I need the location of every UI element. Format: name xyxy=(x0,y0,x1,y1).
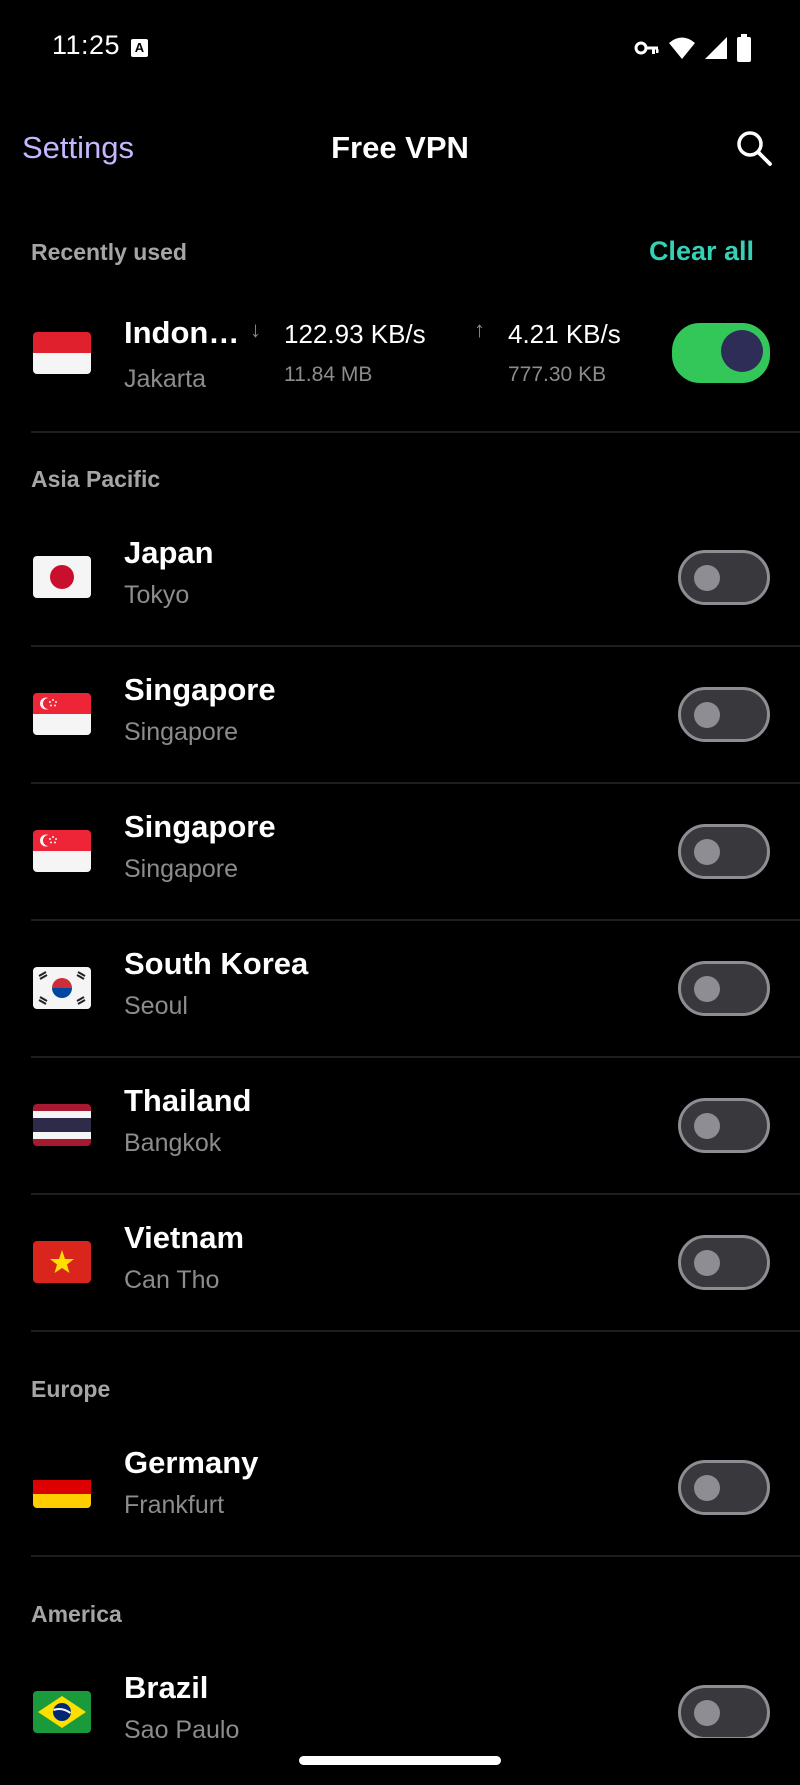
connection-toggle[interactable] xyxy=(678,824,770,879)
connection-toggle[interactable] xyxy=(678,687,770,742)
row-divider xyxy=(31,1555,800,1557)
country-name: Singapore xyxy=(124,809,276,844)
server-row-singapore-2[interactable]: Singapore Singapore xyxy=(0,785,800,921)
country-name: Indon… xyxy=(124,315,240,350)
download-rate: 122.93 KB/s xyxy=(284,319,426,349)
app-bar: Settings Free VPN xyxy=(0,108,800,192)
row-divider xyxy=(31,919,800,921)
flag-singapore-icon xyxy=(33,830,91,872)
flag-vietnam-icon xyxy=(33,1241,91,1283)
country-name: Vietnam xyxy=(124,1220,245,1255)
download-total: 11.84 MB xyxy=(284,363,373,386)
battery-icon xyxy=(737,34,751,62)
flag-brazil-icon xyxy=(33,1691,91,1733)
connection-toggle[interactable] xyxy=(678,1685,770,1740)
connection-toggle[interactable] xyxy=(672,323,770,383)
flag-germany-icon xyxy=(33,1466,91,1508)
section-header-europe: Europe xyxy=(31,1376,111,1402)
status-time: 11:25 xyxy=(52,30,121,60)
server-row-vietnam[interactable]: Vietnam Can Tho xyxy=(0,1196,800,1332)
city-name: Singapore xyxy=(124,718,238,746)
connection-toggle[interactable] xyxy=(678,1460,770,1515)
server-row-japan[interactable]: Japan Tokyo xyxy=(0,511,800,647)
city-name: Frankfurt xyxy=(124,1491,225,1519)
row-divider xyxy=(31,782,800,784)
upload-total: 777.30 KB xyxy=(508,363,607,386)
server-row-singapore[interactable]: Singapore Singapore xyxy=(0,648,800,784)
server-row-recent[interactable]: Indon… Jakarta ↓ 122.93 KB/s 11.84 MB ↑ … xyxy=(0,287,800,433)
download-arrow-icon: ↓ xyxy=(250,317,261,342)
city-name: Bangkok xyxy=(124,1129,222,1157)
row-divider xyxy=(31,645,800,647)
connection-toggle[interactable] xyxy=(678,550,770,605)
city-name: Tokyo xyxy=(124,581,190,609)
flag-japan-icon xyxy=(33,556,91,598)
upload-arrow-icon: ↑ xyxy=(474,317,485,342)
row-divider xyxy=(31,1056,800,1058)
connection-toggle[interactable] xyxy=(678,1098,770,1153)
country-name: Thailand xyxy=(124,1083,252,1118)
server-row-germany[interactable]: Germany Frankfurt xyxy=(0,1421,800,1557)
vpn-key-icon xyxy=(634,41,659,55)
row-divider xyxy=(31,1193,800,1195)
city-name: Jakarta xyxy=(124,365,206,393)
signal-icon xyxy=(705,37,727,59)
page-title: Free VPN xyxy=(331,130,469,165)
search-icon[interactable] xyxy=(734,128,774,168)
country-name: Japan xyxy=(124,535,214,570)
section-header-recently-used: Recently used xyxy=(31,239,187,265)
city-name: Singapore xyxy=(124,855,238,883)
home-indicator[interactable] xyxy=(299,1756,501,1765)
section-header-america: America xyxy=(31,1601,122,1627)
clear-all-button[interactable]: Clear all xyxy=(649,236,754,267)
flag-south-korea-icon xyxy=(33,967,91,1009)
country-name: South Korea xyxy=(124,946,309,981)
upload-rate: 4.21 KB/s xyxy=(508,319,621,349)
connection-toggle[interactable] xyxy=(678,961,770,1016)
connection-toggle[interactable] xyxy=(678,1235,770,1290)
section-header-asia-pacific: Asia Pacific xyxy=(31,466,161,492)
country-name: Singapore xyxy=(124,672,276,707)
wifi-icon xyxy=(669,37,695,59)
keyboard-a-icon: A xyxy=(131,39,148,57)
country-name: Brazil xyxy=(124,1670,209,1705)
flag-singapore-icon xyxy=(33,693,91,735)
row-divider xyxy=(31,1330,800,1332)
status-icons xyxy=(634,34,752,62)
status-bar: 11:25 A xyxy=(0,0,800,96)
row-divider xyxy=(31,431,800,433)
country-name: Germany xyxy=(124,1445,259,1480)
server-row-thailand[interactable]: Thailand Bangkok xyxy=(0,1059,800,1195)
city-name: Seoul xyxy=(124,992,188,1020)
flag-indonesia-icon xyxy=(33,332,91,374)
flag-thailand-icon xyxy=(33,1104,91,1146)
city-name: Can Tho xyxy=(124,1266,220,1294)
server-row-south-korea[interactable]: South Korea Seoul xyxy=(0,922,800,1058)
vpn-screen: 11:25 A Settings Free VPN Recently used … xyxy=(0,0,800,1785)
